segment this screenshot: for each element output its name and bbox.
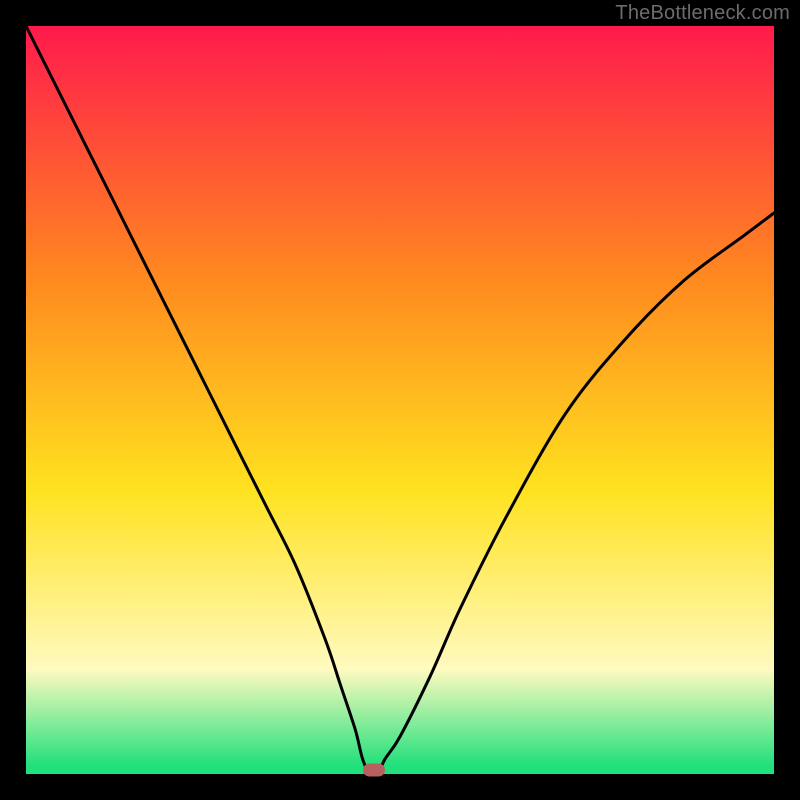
- plot-area: [26, 26, 774, 774]
- bottleneck-curve: [26, 26, 774, 774]
- watermark-text: TheBottleneck.com: [615, 2, 790, 25]
- outer-frame: TheBottleneck.com: [0, 0, 800, 800]
- optimal-marker: [363, 764, 385, 777]
